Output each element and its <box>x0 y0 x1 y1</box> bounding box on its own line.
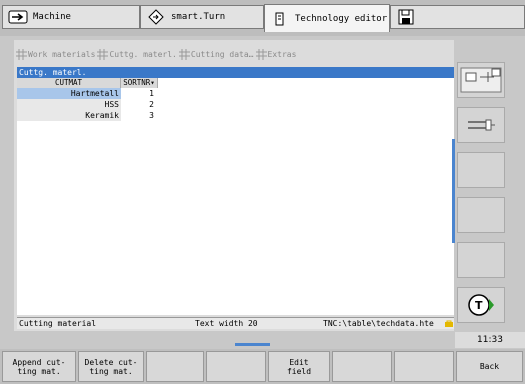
menu-cutting-data[interactable]: Cutting data… <box>178 48 254 60</box>
cell-cutmat[interactable]: Keramik <box>17 110 121 121</box>
top-tab-bar: Machine smart.Turn Technology editor <box>0 0 525 36</box>
tab-technology-editor[interactable]: Technology editor <box>264 4 390 32</box>
grid-icon <box>97 48 109 60</box>
column-header-sortnr[interactable]: SORTNR▾ <box>121 78 158 88</box>
save-icon <box>395 8 417 26</box>
status-path: TNC:\table\techdata.hte <box>323 319 434 328</box>
menu-label: Work materials <box>28 49 96 59</box>
side-selection-indicator <box>452 139 455 243</box>
menu-label: Extras <box>267 49 297 59</box>
softkey-4[interactable] <box>206 351 266 382</box>
cell-cutmat[interactable]: Hartmetall <box>17 88 121 99</box>
delete-cutting-material-button[interactable]: Delete cut- ting mat. <box>78 351 144 382</box>
side-softkey-4[interactable] <box>457 197 505 233</box>
tab-smart-turn[interactable]: smart.Turn <box>140 5 264 29</box>
side-tool-button[interactable] <box>457 107 505 143</box>
status-bar: Cutting material Text width 20 TNC:\tabl… <box>17 317 454 329</box>
softkey-page-indicator <box>235 343 270 346</box>
cell-sortnr[interactable]: 2 <box>121 99 158 110</box>
tnc-guide-icon: T <box>468 294 494 316</box>
cell-sortnr[interactable]: 1 <box>121 88 158 99</box>
main-panel: Work materials Cuttg. materl. Cutting da… <box>14 40 454 331</box>
table-title: Cuttg. materl. <box>17 67 454 78</box>
softkey-6[interactable] <box>332 351 392 382</box>
table-row[interactable]: Keramik 3 <box>17 110 454 121</box>
softkey-bar: Append cut- ting mat. Delete cut- ting m… <box>0 349 525 384</box>
edit-field-button[interactable]: Edit field <box>268 351 330 382</box>
grid-icon <box>16 48 27 60</box>
tab-machine[interactable]: Machine <box>2 5 140 29</box>
menu-cuttg-materl[interactable]: Cuttg. materl. <box>97 48 177 60</box>
table-row[interactable]: HSS 2 <box>17 99 454 110</box>
cutting-material-table: CUTMAT SORTNR▾ Hartmetall 1 HSS 2 Kerami… <box>17 78 454 315</box>
tab-label: Technology editor <box>295 13 388 24</box>
column-header-cutmat[interactable]: CUTMAT <box>17 78 121 88</box>
lock-icon <box>445 320 453 327</box>
tool-icon <box>468 119 495 131</box>
diamond-icon <box>145 8 167 26</box>
grid-icon <box>178 48 190 60</box>
softkey-7[interactable] <box>394 351 454 382</box>
clock: 11:33 <box>455 332 525 348</box>
edit-icon <box>269 10 291 28</box>
append-cutting-material-button[interactable]: Append cut- ting mat. <box>2 351 76 382</box>
arrow-icon <box>7 8 29 26</box>
table-row[interactable]: Hartmetall 1 <box>17 88 454 99</box>
menu-label: Cutting data… <box>190 49 254 59</box>
menu-work-materials[interactable]: Work materials <box>16 48 96 60</box>
side-machine-view-button[interactable] <box>457 62 505 98</box>
table-header: CUTMAT SORTNR▾ <box>17 78 454 88</box>
back-button[interactable]: Back <box>456 351 523 382</box>
tab-label: Machine <box>33 12 71 22</box>
softkey-3[interactable] <box>146 351 204 382</box>
menu-toolbar: Work materials Cuttg. materl. Cutting da… <box>14 46 454 62</box>
side-softkey-3[interactable] <box>457 152 505 188</box>
cell-sortnr[interactable]: 3 <box>121 110 158 121</box>
side-softkey-5[interactable] <box>457 242 505 278</box>
tab-save[interactable] <box>390 5 525 29</box>
tab-label: smart.Turn <box>171 12 226 22</box>
side-tnc-guide-button[interactable]: T <box>457 287 505 323</box>
svg-text:T: T <box>475 299 483 312</box>
cell-cutmat[interactable]: HSS <box>17 99 121 110</box>
grid-icon <box>255 48 267 60</box>
menu-extras[interactable]: Extras <box>255 48 297 60</box>
status-field: Cutting material <box>19 319 97 328</box>
menu-label: Cuttg. materl. <box>109 49 177 59</box>
status-text-width: Text width 20 <box>195 319 258 328</box>
machine-view-icon <box>460 67 502 93</box>
